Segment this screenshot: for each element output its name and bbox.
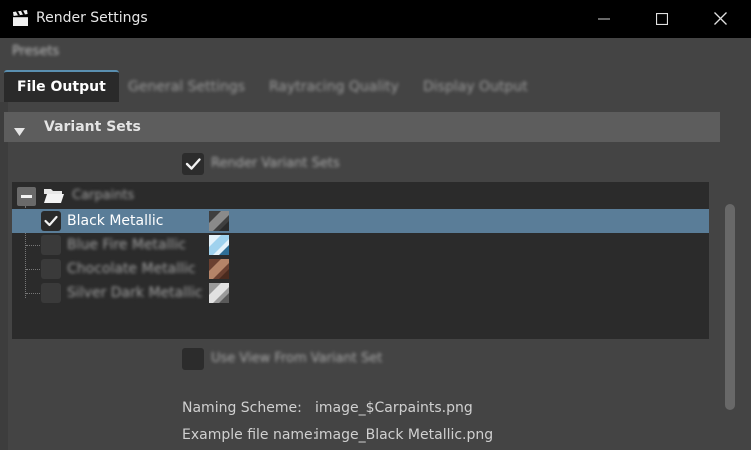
item-checkbox[interactable] [41, 259, 61, 279]
maximize-button[interactable] [639, 0, 685, 38]
checkmark-icon [182, 158, 204, 179]
tab-general-settings[interactable]: General Settings [115, 71, 258, 102]
collapse-toggle[interactable] [17, 187, 36, 206]
close-button[interactable] [697, 0, 743, 38]
tree-item-label: Blue Fire Metallic [67, 237, 186, 253]
menu-presets[interactable]: Presets [12, 44, 59, 59]
tab-raytracing-quality[interactable]: Raytracing Quality [256, 71, 412, 102]
left-edge [0, 102, 8, 450]
folder-open-icon [43, 187, 65, 209]
item-checkbox[interactable] [41, 211, 61, 231]
title-bar[interactable]: Render Settings [0, 0, 751, 38]
naming-scheme-value: image_$Carpaints.png [315, 400, 473, 416]
tree-item-label: Chocolate Metallic [67, 261, 196, 277]
tree-item-label: Silver Dark Metallic [67, 285, 203, 301]
clapperboard-icon [12, 10, 29, 27]
render-settings-window: Render Settings Presets File Output Gene… [0, 0, 751, 450]
menu-bar [0, 38, 751, 66]
tree-item-label: Black Metallic [67, 213, 164, 229]
material-swatch [209, 259, 229, 279]
example-file-name-value: image_Black Metallic.png [315, 427, 494, 443]
tab-file-output[interactable]: File Output [4, 70, 119, 102]
example-file-name-label: Example file name: [182, 427, 318, 443]
use-view-checkbox[interactable] [182, 348, 204, 370]
render-variant-sets-label: Render Variant Sets [211, 156, 340, 171]
chevron-down-icon [14, 122, 25, 141]
material-swatch [209, 283, 229, 303]
material-swatch [209, 235, 229, 255]
tab-display-output[interactable]: Display Output [410, 71, 541, 102]
maximize-icon [655, 10, 669, 29]
use-view-label: Use View From Variant Set [211, 351, 383, 366]
section-title: Variant Sets [44, 119, 141, 135]
close-icon [713, 10, 727, 29]
scrollbar-thumb[interactable] [725, 204, 735, 410]
minimize-icon [598, 10, 610, 29]
minimize-button[interactable] [581, 0, 627, 38]
item-checkbox[interactable] [41, 235, 61, 255]
render-variant-sets-checkbox[interactable] [182, 153, 204, 175]
tree-group-label: Carpaints [72, 188, 135, 203]
material-swatch [209, 211, 229, 231]
window-title: Render Settings [36, 10, 148, 26]
naming-scheme-label: Naming Scheme: [182, 400, 302, 416]
section-header-variant-sets[interactable]: Variant Sets [4, 112, 720, 142]
item-checkbox[interactable] [41, 283, 61, 303]
